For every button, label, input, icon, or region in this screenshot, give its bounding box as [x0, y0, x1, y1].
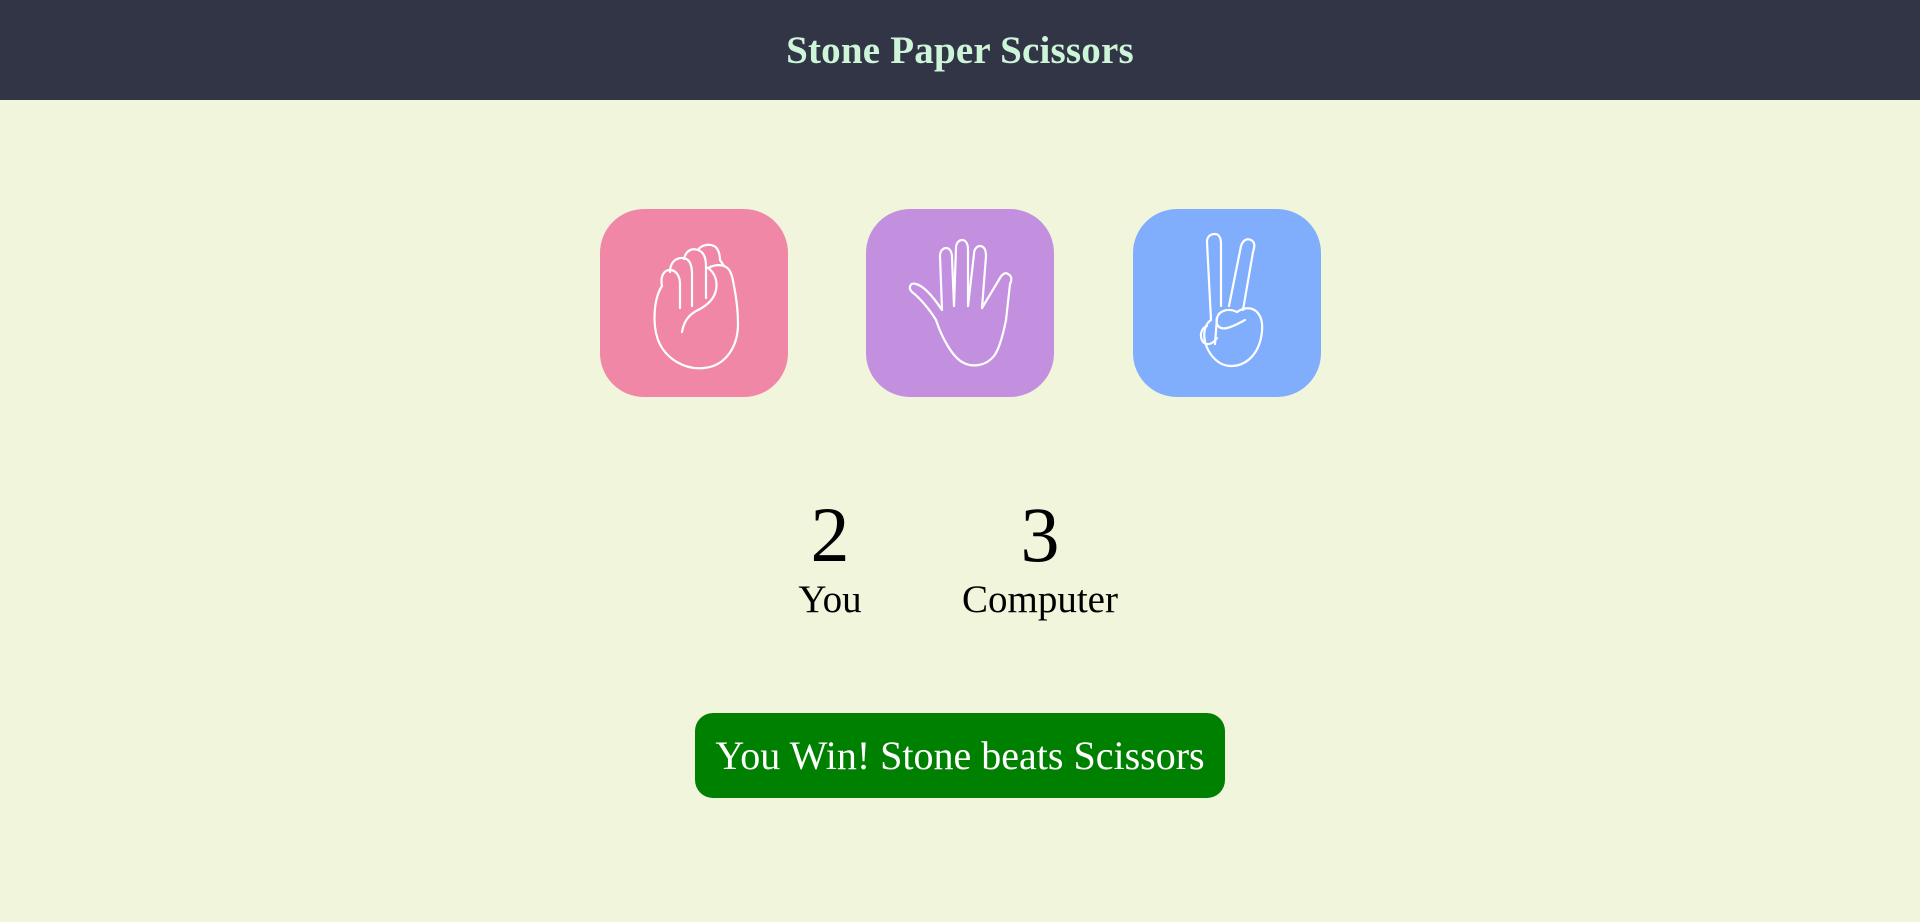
- victory-hand-icon: [1199, 232, 1264, 368]
- computer-score-value: 3: [1020, 491, 1060, 578]
- scissors-choice-button[interactable]: [1133, 209, 1321, 397]
- header-bar: Stone Paper Scissors: [0, 0, 1920, 100]
- result-message: You Win! Stone beats Scissors: [695, 713, 1225, 798]
- user-score-label: You: [798, 578, 862, 621]
- user-score: 2 You: [790, 490, 870, 620]
- computer-score-label: Computer: [962, 578, 1118, 621]
- open-hand-icon: [908, 238, 1013, 367]
- user-score-value: 2: [810, 491, 850, 578]
- paper-choice-button[interactable]: [866, 209, 1054, 397]
- fist-icon: [653, 243, 740, 370]
- stone-choice-button[interactable]: [600, 209, 788, 397]
- choices-container: [0, 209, 1920, 397]
- computer-score: 3 Computer: [940, 490, 1140, 620]
- page-title: Stone Paper Scissors: [786, 28, 1134, 72]
